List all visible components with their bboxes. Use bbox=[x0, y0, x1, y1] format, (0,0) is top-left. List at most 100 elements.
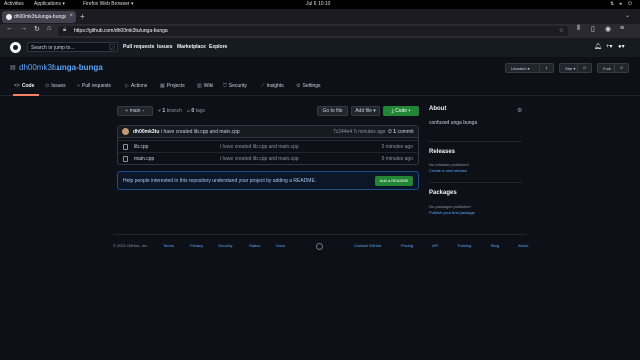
github-logo-icon[interactable] bbox=[10, 42, 21, 53]
branch-select-label: main ▾ bbox=[129, 108, 145, 114]
footer-link-blog[interactable]: Blog bbox=[491, 243, 499, 248]
close-tab-icon[interactable]: × bbox=[69, 13, 73, 19]
account-icon[interactable]: ◉ bbox=[605, 25, 611, 33]
tab-security-label: Security bbox=[228, 83, 247, 89]
github-footer-logo-icon[interactable] bbox=[316, 243, 323, 250]
tab-wiki[interactable]: ▥ Wiki bbox=[197, 83, 213, 89]
footer-link-api[interactable]: API bbox=[432, 243, 438, 248]
file-commit-message[interactable]: i have created lib.cpp and main.cpp bbox=[220, 156, 299, 162]
footer-link-training[interactable]: Training bbox=[457, 243, 471, 248]
commit-author[interactable]: dh00mk3tu bbox=[133, 129, 159, 135]
graph-icon: ⟋ bbox=[261, 83, 265, 89]
create-release-link[interactable]: Create a new release bbox=[429, 168, 467, 173]
file-name[interactable]: lib.cpp bbox=[134, 144, 148, 150]
tab-security[interactable]: ⛉ Security bbox=[223, 83, 247, 89]
stars-count[interactable]: 0 bbox=[577, 64, 591, 72]
packages-heading[interactable]: Packages bbox=[429, 190, 457, 196]
gear-icon: ⚙ bbox=[296, 83, 301, 89]
branches-link[interactable]: ⑂ 1 branch bbox=[158, 108, 182, 114]
forward-icon[interactable]: → bbox=[20, 25, 27, 32]
commit-age: 5 minutes ago bbox=[354, 129, 386, 135]
notification-bell-icon[interactable]: 🔔︎ bbox=[594, 43, 602, 50]
gear-icon[interactable]: ⚙ bbox=[517, 107, 522, 114]
project-icon: ▦ bbox=[160, 83, 165, 89]
tab-code[interactable]: <> Code bbox=[14, 83, 34, 89]
footer-link-pricing[interactable]: Pricing bbox=[401, 243, 413, 248]
nav-marketplace[interactable]: Marketplace bbox=[177, 44, 206, 50]
file-icon bbox=[123, 156, 128, 162]
browser-tab[interactable]: dh00mk3tu/unga-bunga × bbox=[2, 11, 76, 23]
commit-sha[interactable]: 7c244e4 bbox=[333, 129, 352, 135]
commit-message[interactable]: i have created lib.cpp and main.cpp bbox=[161, 129, 240, 135]
sidebar-divider bbox=[429, 141, 522, 142]
footer-link-status[interactable]: Status bbox=[249, 243, 260, 248]
sidebar-icon[interactable]: ▯ bbox=[591, 25, 595, 33]
tab-pull-requests[interactable]: ⑂ Pull requests bbox=[77, 83, 111, 89]
activities-button[interactable]: Activities bbox=[4, 1, 24, 7]
create-new-icon[interactable]: +▾ bbox=[606, 43, 613, 50]
repo-name-link[interactable]: unga-bunga bbox=[57, 63, 103, 72]
fork-button[interactable]: Fork 0 bbox=[597, 63, 629, 73]
file-commit-message[interactable]: i have created lib.cpp and main.cpp bbox=[220, 144, 299, 150]
applications-menu[interactable]: Applications ▾ bbox=[34, 1, 65, 7]
user-avatar-icon[interactable]: ●▾ bbox=[618, 43, 625, 50]
tab-projects[interactable]: ▦ Projects bbox=[160, 83, 185, 89]
forks-count[interactable]: 0 bbox=[614, 64, 628, 72]
search-input[interactable]: Search or jump to... / bbox=[27, 42, 118, 52]
footer-link-contact[interactable]: Contact GitHub bbox=[354, 243, 381, 248]
footer-link-privacy[interactable]: Privacy bbox=[190, 243, 203, 248]
back-icon[interactable]: ← bbox=[6, 25, 13, 32]
avatar[interactable] bbox=[122, 128, 129, 135]
library-icon[interactable]: ⫴ bbox=[577, 25, 580, 33]
footer-link-terms[interactable]: Terms bbox=[163, 243, 174, 248]
footer-link-docs[interactable]: Docs bbox=[276, 243, 285, 248]
volume-icon[interactable]: ◂ bbox=[619, 1, 622, 7]
reload-icon[interactable]: ↻ bbox=[34, 25, 40, 33]
commits-count: 1 bbox=[393, 129, 397, 135]
footer-link-about[interactable]: About bbox=[518, 243, 528, 248]
network-icon[interactable]: ⇅ bbox=[610, 1, 614, 7]
url-bar[interactable]: 🔒︎ https://github.com/dh00mk3tu/unga-bun… bbox=[58, 26, 568, 36]
branch-select[interactable]: ⑂ main ▾ bbox=[117, 106, 153, 116]
code-button[interactable]: ⤓ Code ▾ bbox=[383, 106, 419, 116]
footer-link-security[interactable]: Security bbox=[218, 243, 232, 248]
tab-insights[interactable]: ⟋ Insights bbox=[261, 83, 284, 89]
lock-icon[interactable]: 🔒︎ bbox=[63, 27, 66, 34]
tab-settings-label: Settings bbox=[302, 83, 321, 89]
tags-link[interactable]: ⌂ 0 tags bbox=[187, 108, 205, 114]
tab-actions[interactable]: ▷ Actions bbox=[125, 83, 147, 89]
releases-heading[interactable]: Releases bbox=[429, 149, 455, 155]
nav-pull-requests[interactable]: Pull requests bbox=[123, 44, 154, 50]
nav-explore[interactable]: Explore bbox=[209, 44, 227, 50]
menu-icon[interactable]: ≡ bbox=[620, 25, 624, 32]
watchers-count[interactable]: 1 bbox=[539, 64, 553, 72]
new-tab-button[interactable]: + bbox=[80, 12, 85, 21]
clock[interactable]: Jul 6 10:10 bbox=[306, 1, 330, 7]
bookmark-star-icon[interactable]: ☆ bbox=[559, 27, 564, 34]
star-button[interactable]: Star ▾ 0 bbox=[559, 63, 592, 73]
commits-link[interactable]: ⏱ 1 commit bbox=[388, 129, 414, 135]
repo-path-separator: / bbox=[52, 63, 55, 72]
file-name[interactable]: main.cpp bbox=[134, 156, 154, 162]
search-placeholder: Search or jump to... bbox=[31, 45, 75, 51]
tab-projects-label: Projects bbox=[166, 83, 185, 89]
tab-insights-label: Insights bbox=[266, 83, 284, 89]
sidebar-divider bbox=[429, 182, 522, 183]
table-row[interactable]: main.cpp i have created lib.cpp and main… bbox=[118, 152, 418, 164]
add-file-button[interactable]: Add file ▾ bbox=[351, 106, 380, 116]
star-label: Star ▾ bbox=[565, 66, 576, 71]
table-row[interactable]: lib.cpp i have created lib.cpp and main.… bbox=[118, 140, 418, 152]
nav-issues[interactable]: Issues bbox=[157, 44, 173, 50]
tab-issues[interactable]: ⊙ Issues bbox=[45, 83, 66, 89]
app-menu[interactable]: Firefox Web Browser ▾ bbox=[83, 1, 134, 7]
power-icon[interactable]: ⏻ bbox=[628, 1, 632, 7]
list-tabs-icon[interactable]: ⌄ bbox=[625, 12, 630, 19]
go-to-file-button[interactable]: Go to file bbox=[317, 106, 348, 116]
tab-settings[interactable]: ⚙ Settings bbox=[296, 83, 321, 89]
footer-divider bbox=[113, 234, 527, 235]
home-icon[interactable]: ⌂ bbox=[47, 25, 51, 32]
add-readme-button[interactable]: Add a README bbox=[375, 176, 413, 186]
publish-package-link[interactable]: Publish your first package bbox=[429, 210, 475, 215]
releases-empty: No releases published bbox=[429, 162, 469, 167]
unwatch-button[interactable]: Unwatch ▾ 1 bbox=[505, 63, 554, 73]
